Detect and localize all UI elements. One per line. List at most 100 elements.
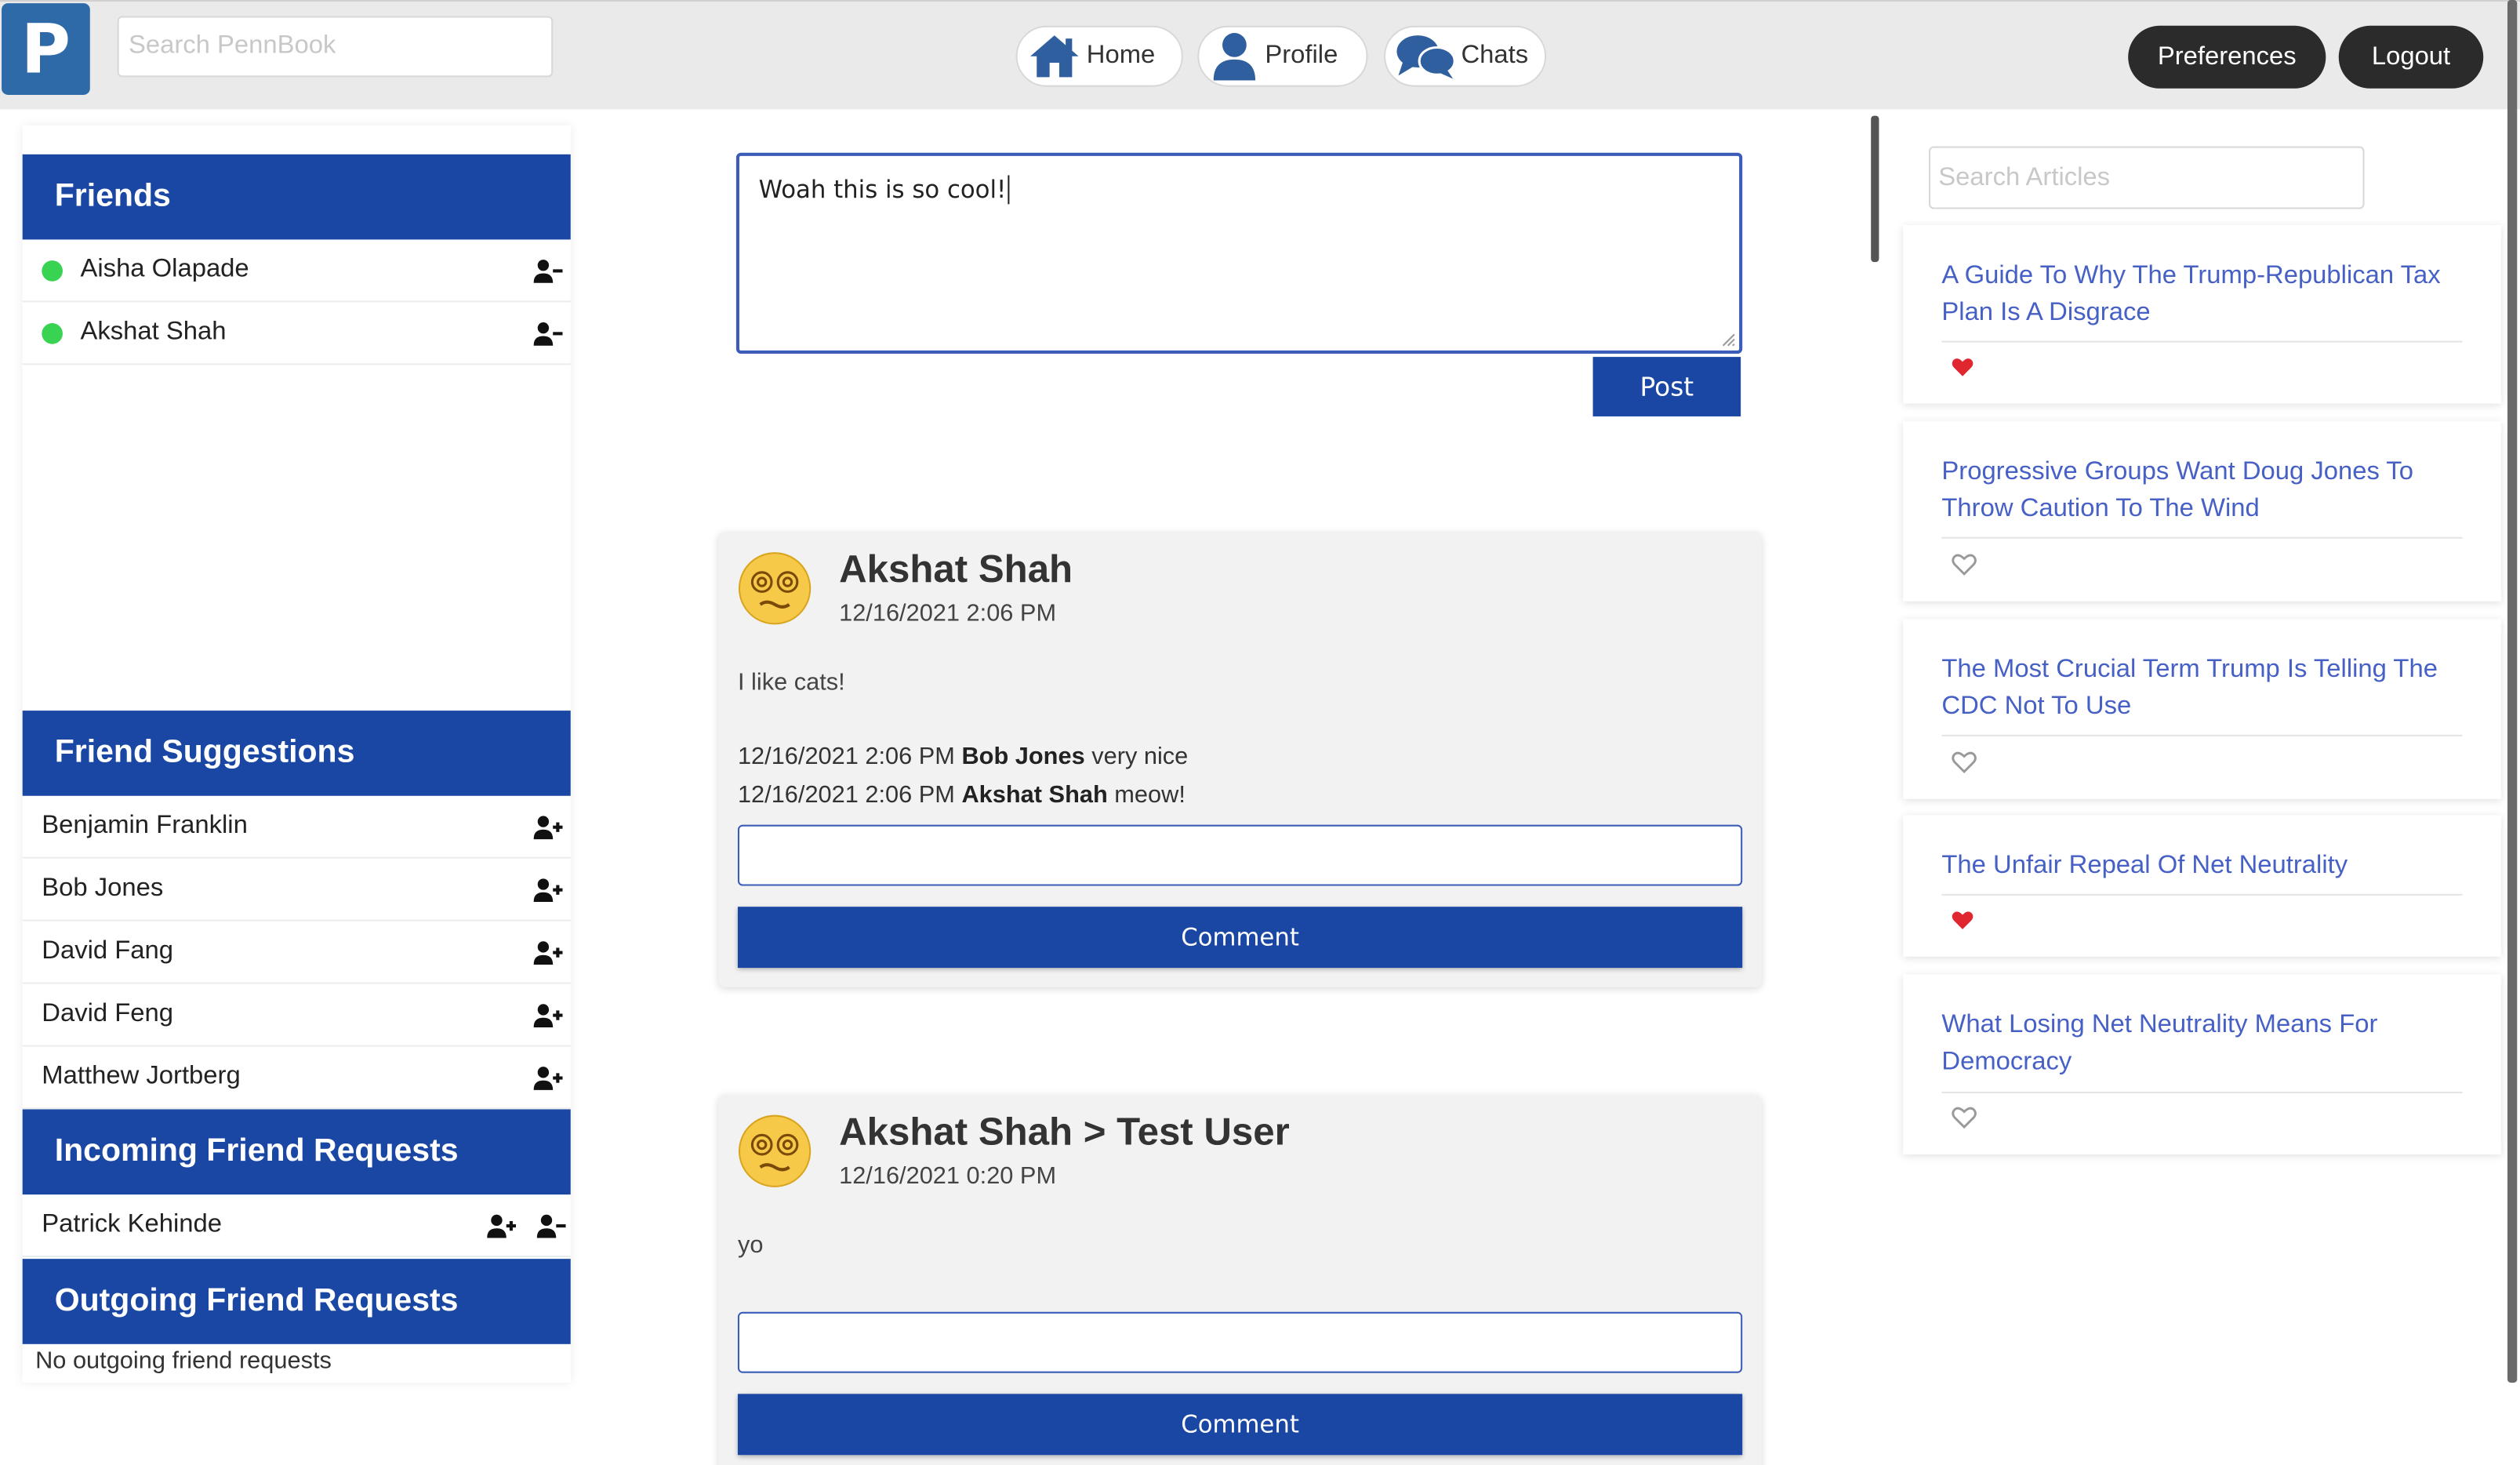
- nav-chats-label: Chats: [1461, 42, 1529, 70]
- friend-row[interactable]: Aisha Olapade: [22, 239, 571, 303]
- comment-author: Akshat Shah: [961, 781, 1108, 809]
- post-content: I like cats!: [737, 668, 845, 696]
- resize-grip-icon[interactable]: [1720, 331, 1737, 347]
- suggestion-row[interactable]: Benjamin Franklin: [22, 796, 571, 859]
- logout-button[interactable]: Logout: [2338, 25, 2484, 89]
- feed-scrollbar[interactable]: [1871, 115, 1879, 263]
- add-friend-icon[interactable]: [533, 1066, 563, 1092]
- nav-profile-button[interactable]: Profile: [1197, 25, 1368, 87]
- post-content: yo: [737, 1231, 764, 1260]
- incoming-requests-title: Incoming Friend Requests: [54, 1133, 459, 1169]
- logout-label: Logout: [2371, 42, 2451, 71]
- home-icon: [1030, 35, 1079, 78]
- incoming-request-row: Patrick Kehinde: [22, 1194, 571, 1258]
- add-friend-icon[interactable]: [533, 815, 563, 841]
- nav-home-button[interactable]: Home: [1015, 25, 1183, 87]
- dizzy-face-avatar-icon: [738, 1114, 812, 1187]
- online-status-dot: [42, 322, 63, 344]
- nav-chats-button[interactable]: Chats: [1384, 25, 1547, 87]
- incoming-requests-header: Incoming Friend Requests: [22, 1109, 571, 1195]
- suggestion-name: Matthew Jortberg: [42, 1063, 241, 1090]
- comment-time: 12/16/2021 2:06 PM: [737, 743, 955, 770]
- suggestion-row[interactable]: David Feng: [22, 984, 571, 1047]
- friend-name: Aisha Olapade: [80, 255, 249, 283]
- suggestion-name: David Fang: [42, 937, 174, 965]
- incoming-request-name: Patrick Kehinde: [42, 1210, 223, 1238]
- comment-input[interactable]: [737, 1311, 1743, 1373]
- remove-friend-icon[interactable]: [533, 322, 563, 347]
- post-author: Akshat Shah > Test User: [839, 1111, 1290, 1154]
- friends-header: Friends: [22, 154, 571, 240]
- article-card: The Unfair Repeal Of Net Neutrality: [1903, 815, 2501, 957]
- friend-suggestions-title: Friend Suggestions: [54, 734, 355, 770]
- left-sidebar: Friends Aisha Olapade Akshat Shah Friend…: [22, 125, 571, 1383]
- text-cursor: [1008, 175, 1010, 205]
- suggestion-row[interactable]: Matthew Jortberg: [22, 1047, 571, 1110]
- article-title-link[interactable]: The Most Crucial Term Trump Is Telling T…: [1941, 651, 2456, 725]
- top-navbar: P Home Profile Chats: [0, 0, 2520, 110]
- pennbook-logo[interactable]: P: [2, 3, 90, 95]
- suggestion-name: Bob Jones: [42, 874, 164, 903]
- article-card: Progressive Groups Want Doug Jones To Th…: [1903, 421, 2501, 602]
- post-button[interactable]: Post: [1592, 357, 1741, 416]
- preferences-button[interactable]: Preferences: [2128, 25, 2326, 89]
- comment-button[interactable]: Comment: [737, 1394, 1743, 1456]
- article-title-link[interactable]: The Unfair Repeal Of Net Neutrality: [1941, 847, 2456, 884]
- heart-outline-icon[interactable]: [1952, 1106, 1977, 1129]
- search-articles-input[interactable]: [1929, 146, 2365, 209]
- remove-friend-icon[interactable]: [533, 259, 563, 285]
- article-card: A Guide To Why The Trump-Republican Tax …: [1903, 225, 2501, 404]
- article-title-link[interactable]: What Losing Net Neutrality Means For Dem…: [1941, 1006, 2456, 1080]
- friends-title: Friends: [54, 178, 171, 214]
- article-card: The Most Crucial Term Trump Is Telling T…: [1903, 619, 2501, 799]
- post-timestamp: 12/16/2021 2:06 PM: [839, 599, 1057, 627]
- post-card: Akshat Shah > Test User 12/16/2021 0:20 …: [718, 1095, 1762, 1465]
- article-title-link[interactable]: A Guide To Why The Trump-Republican Tax …: [1941, 257, 2456, 331]
- suggestion-row[interactable]: Bob Jones: [22, 859, 571, 922]
- no-outgoing-requests-text: No outgoing friend requests: [35, 1347, 332, 1375]
- comment-input[interactable]: [737, 824, 1743, 886]
- comment-button[interactable]: Comment: [737, 907, 1743, 969]
- article-title-link[interactable]: Progressive Groups Want Doug Jones To Th…: [1941, 453, 2456, 527]
- article-divider: [1941, 1091, 2463, 1093]
- post-timestamp: 12/16/2021 0:20 PM: [839, 1162, 1057, 1190]
- article-divider: [1941, 893, 2463, 896]
- comment-text: very nice: [1091, 743, 1189, 770]
- nav-home-label: Home: [1086, 42, 1156, 70]
- post-card: Akshat Shah 12/16/2021 2:06 PM I like ca…: [718, 532, 1762, 987]
- comment-line: 12/16/2021 2:06 PM Bob Jones very nice: [738, 743, 1188, 770]
- comment-line: 12/16/2021 2:06 PM Akshat Shah meow!: [738, 781, 1186, 809]
- user-icon: [1213, 33, 1256, 81]
- nav-profile-label: Profile: [1265, 42, 1338, 70]
- heart-filled-icon[interactable]: [1952, 910, 1974, 931]
- add-friend-icon[interactable]: [533, 878, 563, 903]
- outgoing-requests-header: Outgoing Friend Requests: [22, 1259, 571, 1344]
- comment-text: meow!: [1114, 781, 1186, 809]
- article-card: What Losing Net Neutrality Means For Dem…: [1903, 974, 2501, 1154]
- reject-request-icon[interactable]: [536, 1214, 566, 1240]
- heart-outline-icon[interactable]: [1952, 751, 1977, 774]
- article-divider: [1941, 734, 2463, 736]
- heart-outline-icon[interactable]: [1952, 553, 1977, 576]
- suggestion-row[interactable]: David Fang: [22, 922, 571, 984]
- search-pennbook-input[interactable]: [117, 16, 554, 78]
- new-post-textarea[interactable]: Woah this is so cool!: [735, 152, 1743, 354]
- friend-row[interactable]: Akshat Shah: [22, 302, 571, 365]
- article-divider: [1941, 340, 2463, 343]
- add-friend-icon[interactable]: [533, 940, 563, 966]
- suggestion-name: David Feng: [42, 1000, 174, 1027]
- friend-name: Akshat Shah: [80, 318, 227, 346]
- dizzy-face-avatar-icon: [738, 552, 812, 625]
- add-friend-icon[interactable]: [533, 1003, 563, 1029]
- accept-request-icon[interactable]: [487, 1214, 517, 1240]
- comment-button-label: Comment: [1181, 922, 1299, 952]
- comment-button-label: Comment: [1181, 1409, 1299, 1439]
- page-scrollbar[interactable]: [2507, 0, 2518, 1383]
- article-divider: [1941, 536, 2463, 539]
- outgoing-requests-title: Outgoing Friend Requests: [54, 1282, 459, 1318]
- online-status-dot: [42, 260, 63, 281]
- friend-suggestions-header: Friend Suggestions: [22, 711, 571, 796]
- post-button-label: Post: [1639, 371, 1694, 402]
- preferences-label: Preferences: [2157, 42, 2297, 71]
- heart-filled-icon[interactable]: [1952, 357, 1974, 378]
